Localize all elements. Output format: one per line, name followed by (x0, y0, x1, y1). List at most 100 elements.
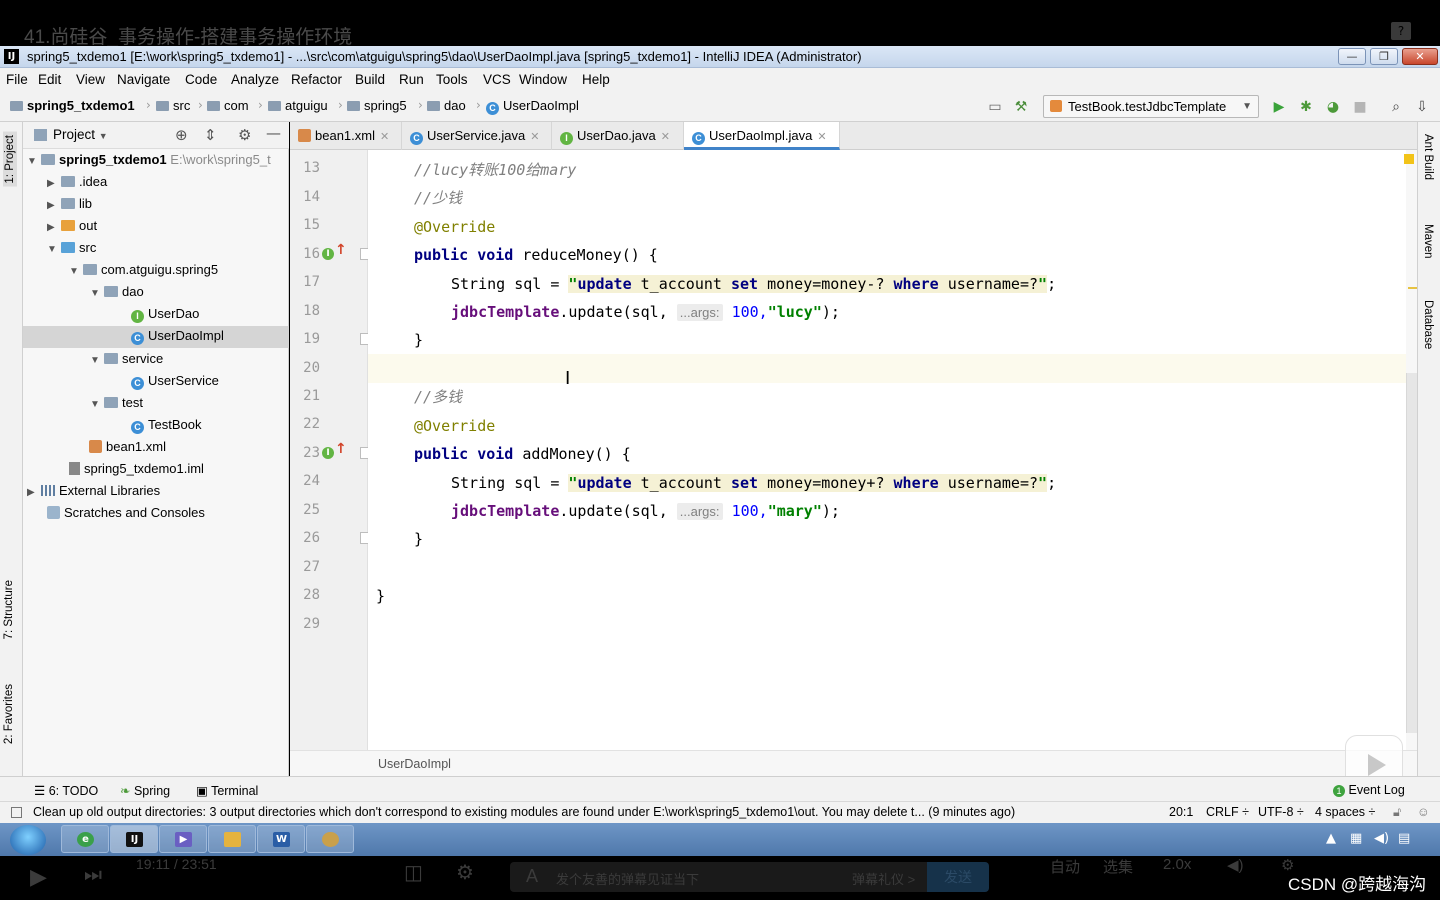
line-separator-select[interactable]: CRLF ÷ (1206, 805, 1249, 819)
tree-item-iml[interactable]: spring5_txdemo1.iml (69, 458, 204, 480)
menu-vcs[interactable]: VCS (483, 72, 511, 87)
menu-help[interactable]: Help (582, 72, 610, 87)
hide-panel-icon[interactable]: — (266, 124, 281, 142)
lock-icon[interactable]: 🔓︎ (1393, 805, 1401, 820)
tree-item-package[interactable]: ▼ com.atguigu.spring5 (69, 259, 218, 281)
collapse-all-icon[interactable]: ⇕ (204, 126, 217, 144)
help-icon[interactable]: ? (1391, 22, 1411, 40)
tree-item-lib[interactable]: ▶ lib (47, 193, 92, 215)
menu-refactor[interactable]: Refactor (291, 72, 342, 87)
search-icon[interactable]: ⌕ (1388, 99, 1404, 115)
tree-item-test[interactable]: ▼ test (90, 392, 143, 414)
crumb-project[interactable]: spring5_txdemo1 (10, 98, 135, 113)
tree-item-service[interactable]: ▼ service (90, 348, 163, 370)
volume-icon[interactable]: ◀) (1374, 831, 1389, 846)
tab-userdao-java[interactable]: I UserDao.java ✕ (552, 122, 684, 150)
debug-icon[interactable]: ✱ (1298, 99, 1314, 115)
tree-item-scratches[interactable]: Scratches and Consoles (47, 502, 205, 524)
spring-tool-button[interactable]: ❧ Spring (120, 783, 170, 798)
tab-bean1-xml[interactable]: bean1.xml ✕ (290, 122, 402, 150)
close-tab-icon[interactable]: ✕ (530, 131, 539, 143)
caret-position[interactable]: 20:1 (1169, 805, 1193, 819)
maximize-button[interactable]: ❐ (1370, 48, 1398, 65)
close-tab-icon[interactable]: ✕ (380, 131, 389, 143)
menu-code[interactable]: Code (185, 72, 217, 87)
tree-item-src[interactable]: ▼ src (47, 237, 96, 259)
menu-navigate[interactable]: Navigate (117, 72, 170, 87)
close-button[interactable]: ✕ (1402, 48, 1438, 65)
crumb-atguigu[interactable]: atguigu (268, 98, 328, 113)
menu-run[interactable]: Run (399, 72, 424, 87)
encoding-select[interactable]: UTF-8 ÷ (1258, 805, 1304, 819)
indent-select[interactable]: 4 spaces ÷ (1315, 805, 1375, 819)
taskbar-paint[interactable] (306, 825, 354, 853)
taskbar-word[interactable]: W (257, 825, 305, 853)
tray-expand-icon[interactable]: ▲ (1326, 831, 1336, 846)
volume-icon[interactable]: ◀) (1227, 856, 1244, 874)
ant-build-tool-tab[interactable]: Ant Build (1422, 134, 1434, 180)
menu-window[interactable]: Window (519, 72, 567, 87)
speed-button[interactable]: 2.0x (1163, 856, 1191, 873)
tree-item-out[interactable]: ▶ out (47, 215, 97, 237)
implements-method-icon[interactable]: I (322, 248, 334, 260)
toggle-tool-windows-icon[interactable] (11, 807, 22, 818)
coverage-icon[interactable]: ◕ (1325, 99, 1341, 115)
tree-item-userservice[interactable]: C UserService (131, 370, 219, 392)
menu-analyze[interactable]: Analyze (231, 72, 279, 87)
tray-device-icon[interactable]: ▦ (1350, 831, 1362, 846)
structure-tool-tab[interactable]: 7: Structure (3, 580, 15, 639)
taskbar-browser[interactable]: e (61, 825, 109, 853)
editor-breadcrumb[interactable]: UserDaoImpl (378, 757, 451, 771)
minimize-button[interactable]: — (1338, 48, 1366, 65)
tree-item-userdao[interactable]: I UserDao (131, 303, 199, 325)
code-editor[interactable]: //lucy转账100给mary //少钱 @Override public v… (368, 150, 1406, 750)
crumb-dao[interactable]: dao (427, 98, 466, 113)
menu-file[interactable]: File (6, 72, 28, 87)
taskbar-intellij[interactable]: IJ (110, 825, 158, 853)
locate-icon[interactable]: ⊕ (175, 126, 188, 144)
font-style-icon[interactable]: A (526, 866, 538, 887)
run-configuration-select[interactable]: TestBook.testJdbcTemplate ▼ (1043, 95, 1259, 118)
tree-item-testbook[interactable]: C TestBook (131, 414, 201, 436)
tree-item-bean1-xml[interactable]: bean1.xml (89, 436, 166, 458)
danmaku-etiquette-link[interactable]: 弹幕礼仪 > (852, 869, 915, 888)
send-danmaku-button[interactable]: 发送 (927, 862, 989, 892)
status-message[interactable]: Clean up old output directories: 3 outpu… (33, 805, 1015, 819)
tree-item-external-libraries[interactable]: ▶ External Libraries (27, 480, 160, 502)
inspector-icon[interactable]: ☺ (1417, 805, 1430, 819)
crumb-spring5[interactable]: spring5 (347, 98, 407, 113)
windows-start-icon[interactable] (10, 825, 46, 855)
menu-edit[interactable]: Edit (38, 72, 61, 87)
tree-item-userdaoimpl[interactable]: C UserDaoImpl (131, 325, 224, 347)
tree-item-dao[interactable]: ▼ dao (90, 281, 144, 303)
tree-item-project-root[interactable]: ▼ spring5_txdemo1 E:\work\spring5_t (27, 149, 271, 171)
tree-item-idea[interactable]: ▶ .idea (47, 171, 107, 193)
tab-userservice-java[interactable]: C UserService.java ✕ (402, 122, 552, 150)
episodes-button[interactable]: 选集 (1103, 856, 1133, 877)
danmaku-toggle-icon[interactable]: ◫ (404, 860, 423, 885)
maven-tool-tab[interactable]: Maven (1422, 224, 1434, 259)
gear-icon[interactable]: ⚙ (238, 126, 251, 144)
danmaku-settings-icon[interactable]: ⚙ (456, 860, 474, 885)
network-icon[interactable]: ▤ (1398, 831, 1410, 846)
close-tab-icon[interactable]: ✕ (817, 131, 826, 143)
close-tab-icon[interactable]: ✕ (661, 131, 670, 143)
implements-method-icon[interactable]: I (322, 447, 334, 459)
menu-view[interactable]: View (76, 72, 105, 87)
play-icon[interactable]: ▶ (30, 864, 47, 890)
favorites-tool-tab[interactable]: 2: Favorites (3, 684, 15, 744)
tab-userdaoimpl-java[interactable]: C UserDaoImpl.java ✕ (684, 122, 840, 150)
vcs-update-icon[interactable]: ⇩ (1414, 99, 1430, 115)
menu-build[interactable]: Build (355, 72, 385, 87)
taskbar-explorer[interactable] (208, 825, 256, 853)
stop-icon[interactable]: ■ (1352, 99, 1368, 115)
event-log-button[interactable]: 1 Event Log (1333, 783, 1405, 797)
project-structure-icon[interactable]: ▭ (987, 99, 1003, 115)
project-view-select[interactable]: Project ▼ (53, 127, 108, 142)
danmaku-input[interactable]: A 发个友善的弹幕见证当下 弹幕礼仪 > (510, 862, 988, 892)
database-tool-tab[interactable]: Database (1422, 300, 1434, 349)
menu-tools[interactable]: Tools (436, 72, 468, 87)
project-tool-tab[interactable]: 1: Project (3, 132, 17, 187)
next-icon[interactable]: ⏭ (84, 864, 102, 887)
crumb-src[interactable]: src (156, 98, 190, 113)
